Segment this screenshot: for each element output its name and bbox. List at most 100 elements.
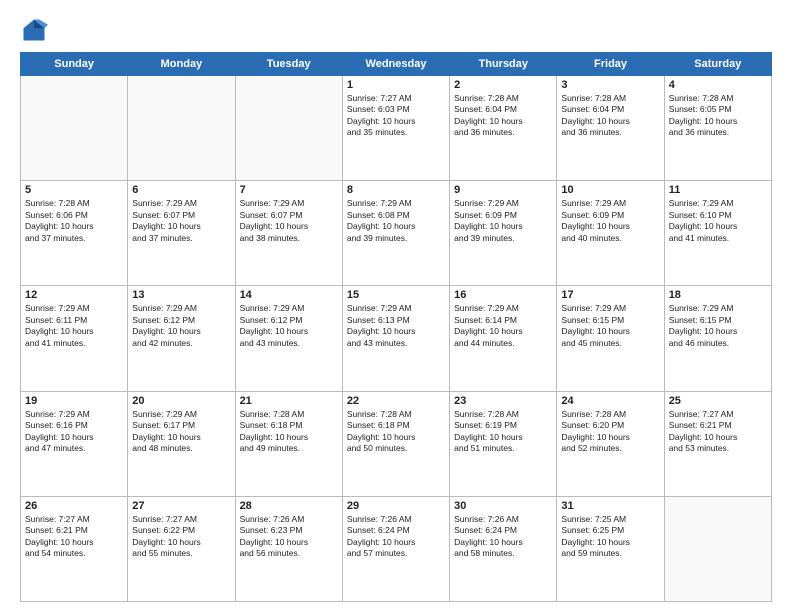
calendar-cell: 8 Sunrise: 7:29 AM Sunset: 6:08 PM Daylig… [342,181,449,286]
week-row-1: 1 Sunrise: 7:27 AM Sunset: 6:03 PM Daylig… [21,76,772,181]
weekday-header-monday: Monday [128,53,235,76]
day-number: 11 [669,184,767,196]
calendar-cell: 11 Sunrise: 7:29 AM Sunset: 6:10 PM Dayli… [664,181,771,286]
calendar-cell: 31 Sunrise: 7:25 AM Sunset: 6:25 PM Dayli… [557,496,664,601]
week-row-4: 19Sunrise: 7:29 AM Sunset: 6:16 PM Dayli… [21,391,772,496]
day-info: Sunrise: 7:28 AM Sunset: 6:04 PM Dayligh… [454,93,552,139]
calendar-cell: 7 Sunrise: 7:29 AM Sunset: 6:07 PM Daylig… [235,181,342,286]
day-info: Sunrise: 7:29 AM Sunset: 6:10 PM Dayligh… [669,198,767,244]
day-number: 30 [454,500,552,512]
day-info: Sunrise: 7:28 AM Sunset: 6:06 PM Dayligh… [25,198,123,244]
calendar-cell [664,496,771,601]
day-info: Sunrise: 7:26 AM Sunset: 6:23 PM Dayligh… [240,514,338,560]
day-number: 25 [669,395,767,407]
calendar-cell: 12 Sunrise: 7:29 AM Sunset: 6:11 PM Dayli… [21,286,128,391]
day-number: 10 [561,184,659,196]
day-number: 26 [25,500,123,512]
day-info: Sunrise: 7:28 AM Sunset: 6:19 PM Dayligh… [454,409,552,455]
calendar-cell: 15Sunrise: 7:29 AM Sunset: 6:13 PM Dayli… [342,286,449,391]
calendar-cell: 19Sunrise: 7:29 AM Sunset: 6:16 PM Dayli… [21,391,128,496]
calendar-cell: 9 Sunrise: 7:29 AM Sunset: 6:09 PM Daylig… [450,181,557,286]
day-number: 31 [561,500,659,512]
day-number: 1 [347,79,445,91]
calendar-cell: 14 Sunrise: 7:29 AM Sunset: 6:12 PM Dayli… [235,286,342,391]
calendar-cell: 29 Sunrise: 7:26 AM Sunset: 6:24 PM Dayli… [342,496,449,601]
day-info: Sunrise: 7:27 AM Sunset: 6:22 PM Dayligh… [132,514,230,560]
day-info: Sunrise: 7:29 AM Sunset: 6:07 PM Dayligh… [132,198,230,244]
day-number: 5 [25,184,123,196]
day-info: Sunrise: 7:29 AM Sunset: 6:14 PM Dayligh… [454,303,552,349]
day-number: 6 [132,184,230,196]
logo-icon [20,16,48,44]
day-info: Sunrise: 7:28 AM Sunset: 6:20 PM Dayligh… [561,409,659,455]
day-number: 2 [454,79,552,91]
calendar-cell: 4 Sunrise: 7:28 AM Sunset: 6:05 PM Daylig… [664,76,771,181]
calendar-cell: 25 Sunrise: 7:27 AM Sunset: 6:21 PM Dayli… [664,391,771,496]
calendar-cell: 16 Sunrise: 7:29 AM Sunset: 6:14 PM Dayli… [450,286,557,391]
day-number: 12 [25,289,123,301]
week-row-2: 5 Sunrise: 7:28 AM Sunset: 6:06 PM Daylig… [21,181,772,286]
calendar-cell: 28 Sunrise: 7:26 AM Sunset: 6:23 PM Dayli… [235,496,342,601]
day-number: 22 [347,395,445,407]
day-number: 14 [240,289,338,301]
day-info: Sunrise: 7:27 AM Sunset: 6:21 PM Dayligh… [25,514,123,560]
day-info: Sunrise: 7:29 AM Sunset: 6:12 PM Dayligh… [132,303,230,349]
weekday-header-friday: Friday [557,53,664,76]
day-number: 3 [561,79,659,91]
day-number: 27 [132,500,230,512]
day-info: Sunrise: 7:29 AM Sunset: 6:08 PM Dayligh… [347,198,445,244]
day-info: Sunrise: 7:28 AM Sunset: 6:04 PM Dayligh… [561,93,659,139]
calendar-cell: 24 Sunrise: 7:28 AM Sunset: 6:20 PM Dayli… [557,391,664,496]
day-info: Sunrise: 7:28 AM Sunset: 6:18 PM Dayligh… [240,409,338,455]
calendar-cell: 17 Sunrise: 7:29 AM Sunset: 6:15 PM Dayli… [557,286,664,391]
day-info: Sunrise: 7:29 AM Sunset: 6:12 PM Dayligh… [240,303,338,349]
day-info: Sunrise: 7:26 AM Sunset: 6:24 PM Dayligh… [454,514,552,560]
calendar-cell: 26 Sunrise: 7:27 AM Sunset: 6:21 PM Dayli… [21,496,128,601]
day-number: 17 [561,289,659,301]
day-number: 23 [454,395,552,407]
day-info: Sunrise: 7:28 AM Sunset: 6:18 PM Dayligh… [347,409,445,455]
day-info: Sunrise: 7:26 AM Sunset: 6:24 PM Dayligh… [347,514,445,560]
weekday-header-sunday: Sunday [21,53,128,76]
day-number: 29 [347,500,445,512]
day-info: Sunrise: 7:29 AM Sunset: 6:15 PM Dayligh… [561,303,659,349]
calendar-cell: 2 Sunrise: 7:28 AM Sunset: 6:04 PM Daylig… [450,76,557,181]
calendar-cell [128,76,235,181]
day-info: Sunrise: 7:29 AM Sunset: 6:09 PM Dayligh… [454,198,552,244]
day-number: 8 [347,184,445,196]
page: SundayMondayTuesdayWednesdayThursdayFrid… [0,0,792,612]
weekday-header-row: SundayMondayTuesdayWednesdayThursdayFrid… [21,53,772,76]
header [20,16,772,44]
day-number: 7 [240,184,338,196]
day-number: 24 [561,395,659,407]
calendar-cell: 10 Sunrise: 7:29 AM Sunset: 6:09 PM Dayli… [557,181,664,286]
day-info: Sunrise: 7:29 AM Sunset: 6:09 PM Dayligh… [561,198,659,244]
day-number: 16 [454,289,552,301]
calendar-cell: 5 Sunrise: 7:28 AM Sunset: 6:06 PM Daylig… [21,181,128,286]
day-info: Sunrise: 7:29 AM Sunset: 6:07 PM Dayligh… [240,198,338,244]
logo [20,16,52,44]
calendar-cell: 20Sunrise: 7:29 AM Sunset: 6:17 PM Dayli… [128,391,235,496]
day-number: 19 [25,395,123,407]
day-info: Sunrise: 7:27 AM Sunset: 6:03 PM Dayligh… [347,93,445,139]
day-number: 15 [347,289,445,301]
day-info: Sunrise: 7:28 AM Sunset: 6:05 PM Dayligh… [669,93,767,139]
day-info: Sunrise: 7:29 AM Sunset: 6:15 PM Dayligh… [669,303,767,349]
calendar-cell: 23 Sunrise: 7:28 AM Sunset: 6:19 PM Dayli… [450,391,557,496]
calendar-cell: 6 Sunrise: 7:29 AM Sunset: 6:07 PM Daylig… [128,181,235,286]
calendar-cell: 1 Sunrise: 7:27 AM Sunset: 6:03 PM Daylig… [342,76,449,181]
day-number: 13 [132,289,230,301]
day-info: Sunrise: 7:27 AM Sunset: 6:21 PM Dayligh… [669,409,767,455]
day-number: 28 [240,500,338,512]
calendar-table: SundayMondayTuesdayWednesdayThursdayFrid… [20,52,772,602]
day-info: Sunrise: 7:29 AM Sunset: 6:11 PM Dayligh… [25,303,123,349]
weekday-header-tuesday: Tuesday [235,53,342,76]
calendar-cell: 13 Sunrise: 7:29 AM Sunset: 6:12 PM Dayli… [128,286,235,391]
day-number: 4 [669,79,767,91]
weekday-header-saturday: Saturday [664,53,771,76]
day-number: 20 [132,395,230,407]
calendar-cell: 3 Sunrise: 7:28 AM Sunset: 6:04 PM Daylig… [557,76,664,181]
day-number: 18 [669,289,767,301]
day-info: Sunrise: 7:25 AM Sunset: 6:25 PM Dayligh… [561,514,659,560]
day-number: 9 [454,184,552,196]
